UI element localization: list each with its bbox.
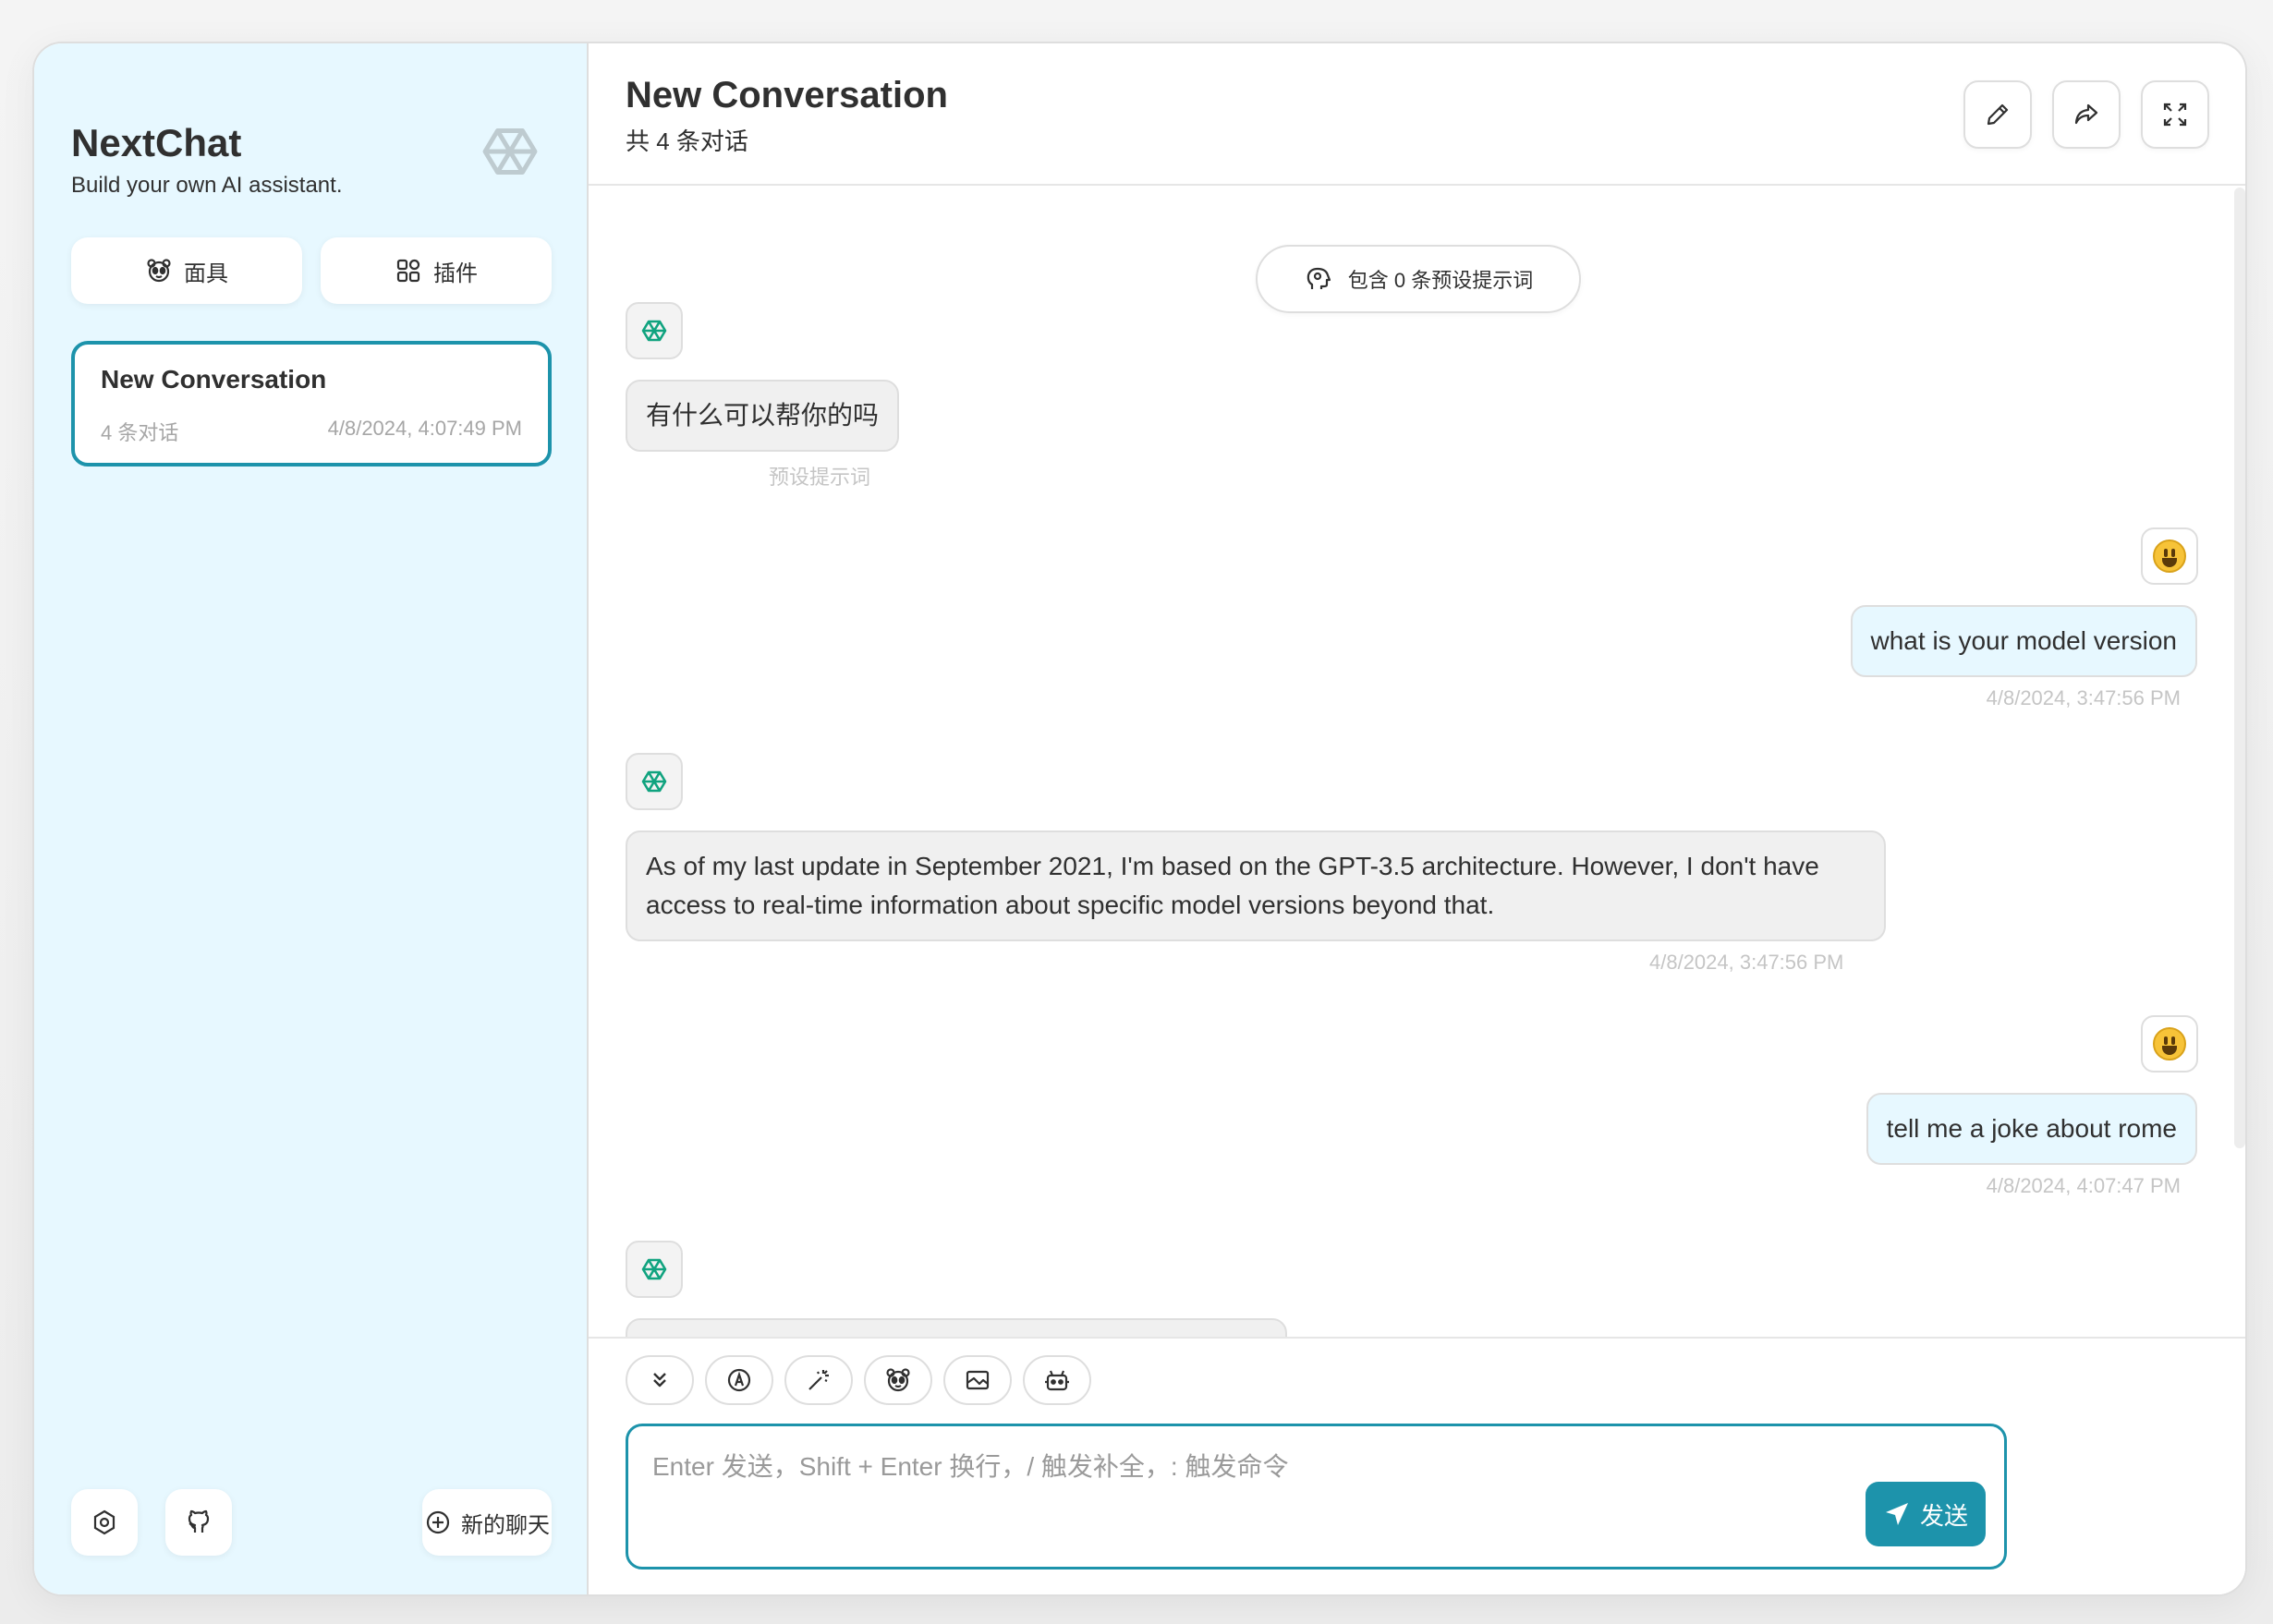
chat-item-time: 4/8/2024, 4:07:49 PM — [327, 417, 522, 440]
theme-button[interactable] — [705, 1355, 773, 1405]
chat-item-title: New Conversation — [101, 365, 327, 394]
github-icon — [188, 1509, 210, 1533]
bot-message: As of my last update in September 2021, … — [626, 830, 1886, 941]
add-icon — [426, 1510, 450, 1534]
message-time: 4/8/2024, 3:47:56 PM — [1649, 951, 1844, 974]
emoji-smile-icon — [2153, 539, 2186, 573]
chat-header: New Conversation 共 4 条对话 — [589, 43, 2245, 186]
send-button[interactable]: 发送 — [1866, 1482, 1986, 1546]
chat-subtitle: 共 4 条对话 — [626, 127, 748, 155]
robot-icon — [1045, 1370, 1069, 1391]
model-select-button[interactable] — [1023, 1355, 1091, 1405]
preset-prompt-label: 包含 0 条预设提示词 — [1347, 269, 1534, 292]
openai-logo-icon — [641, 770, 667, 793]
scroll-down-icon — [653, 1373, 666, 1388]
app-subtitle: Build your own AI assistant. — [71, 173, 343, 198]
emoji-smile-icon — [2153, 1027, 2186, 1060]
bot-avatar — [626, 753, 683, 810]
openai-logo-icon — [641, 1258, 667, 1280]
preset-prompt-toggle[interactable]: 包含 0 条预设提示词 — [1256, 245, 1581, 313]
share-button[interactable] — [2052, 80, 2121, 149]
plugin-grid-icon — [396, 259, 420, 283]
new-chat-button[interactable]: 新的聊天 — [422, 1489, 552, 1556]
user-avatar — [2141, 1015, 2198, 1073]
user-avatar — [2141, 527, 2198, 585]
send-button-label: 发送 — [1919, 1501, 1968, 1530]
theme-auto-icon — [727, 1368, 751, 1392]
fullscreen-icon — [2163, 103, 2187, 127]
chat-item-count: 4 条对话 — [101, 421, 179, 444]
send-icon — [1885, 1503, 1908, 1525]
user-message: what is your model version — [1850, 605, 2197, 677]
prompt-wand-icon — [808, 1370, 829, 1390]
user-message: tell me a joke about rome — [1866, 1093, 2197, 1165]
github-button[interactable] — [165, 1489, 232, 1556]
brain-icon — [1307, 267, 1331, 289]
message-input[interactable]: Enter 发送，Shift + Enter 换行，/ 触发补全，: 触发命令 … — [626, 1424, 2007, 1569]
mask-icon — [886, 1368, 910, 1392]
message-meta: 预设提示词 — [769, 466, 871, 489]
edit-icon — [1987, 103, 2009, 126]
new-chat-label: 新的聊天 — [461, 1512, 550, 1538]
mask-tool-button[interactable] — [864, 1355, 932, 1405]
mask-button[interactable]: 面具 — [71, 237, 302, 304]
message-input-placeholder: Enter 发送，Shift + Enter 换行，/ 触发补全，: 触发命令 — [652, 1452, 1289, 1481]
message-time: 4/8/2024, 4:07:47 PM — [1986, 1174, 2181, 1197]
bot-avatar — [626, 302, 683, 359]
message-list[interactable]: 包含 0 条预设提示词 有什么可以帮你的吗 预设提示词 what is your… — [589, 188, 2245, 1368]
scrollbar[interactable] — [2234, 188, 2245, 1148]
mask-button-label: 面具 — [184, 261, 228, 286]
chat-list-item[interactable]: New Conversation 4 条对话 4/8/2024, 4:07:49… — [71, 341, 552, 467]
input-panel: Enter 发送，Shift + Enter 换行，/ 触发补全，: 触发命令 … — [589, 1337, 2245, 1594]
app-title: NextChat — [71, 121, 242, 164]
openai-logo-icon — [482, 128, 538, 175]
prompt-hints-button[interactable] — [784, 1355, 853, 1405]
message-time: 4/8/2024, 3:47:56 PM — [1986, 686, 2181, 709]
settings-button[interactable] — [71, 1489, 138, 1556]
share-icon — [2074, 103, 2098, 125]
app-window: NextChat Build your own AI assistant. 面具… — [32, 42, 2247, 1596]
settings-icon — [93, 1509, 115, 1535]
fullscreen-button[interactable] — [2141, 80, 2209, 149]
bot-message: 有什么可以帮你的吗 — [626, 380, 900, 452]
openai-logo-icon — [641, 320, 667, 342]
scroll-to-bottom-button[interactable] — [626, 1355, 694, 1405]
mask-icon — [147, 259, 171, 283]
bot-avatar — [626, 1241, 683, 1298]
sidebar: NextChat Build your own AI assistant. 面具… — [34, 43, 589, 1594]
image-upload-button[interactable] — [943, 1355, 1012, 1405]
chat-title[interactable]: New Conversation — [626, 75, 948, 116]
plugin-button[interactable]: 插件 — [321, 237, 552, 304]
rename-button[interactable] — [1963, 80, 2032, 149]
image-icon — [966, 1370, 990, 1390]
plugin-button-label: 插件 — [433, 261, 478, 286]
chat-main: New Conversation 共 4 条对话 包含 0 条预设提示词 有什么… — [589, 43, 2245, 1594]
